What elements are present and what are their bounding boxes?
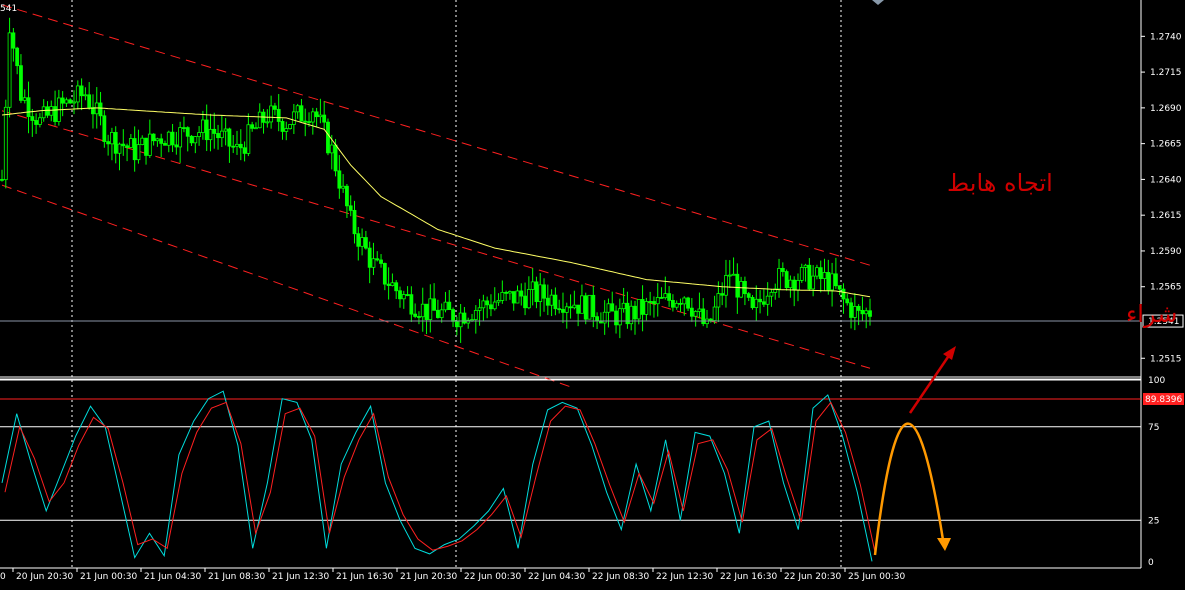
oscillator-tick-label: 75 bbox=[1148, 423, 1159, 433]
time-tick-label: 22 Jun 00:30 bbox=[464, 572, 521, 582]
price-tick-label: 1.2640 bbox=[1150, 175, 1182, 185]
time-tick-label: 21 Jun 08:30 bbox=[208, 572, 265, 582]
price-tick-label: 1.2665 bbox=[1150, 140, 1182, 150]
candle bbox=[3, 99, 8, 189]
time-tick-label: 20 Jun 20:30 bbox=[16, 572, 73, 582]
oscillator-tick-label: 0 bbox=[1148, 558, 1154, 568]
svg-text:89.8396: 89.8396 bbox=[1145, 395, 1182, 405]
time-tick-label: 21 Jun 00:30 bbox=[80, 572, 137, 582]
chart-svg: 1.2740 1.2715 1.2690 1.2665 1.2640 1.2615 1.25… bbox=[0, 0, 1185, 586]
price-tick-label: 1.2515 bbox=[1150, 354, 1182, 364]
time-tick-label: 22 Jun 12:30 bbox=[656, 572, 713, 582]
chart-window: 1.2740 1.2715 1.2690 1.2665 1.2640 1.2615 1.25… bbox=[0, 0, 1185, 586]
candle bbox=[583, 292, 588, 325]
candle bbox=[7, 17, 12, 118]
candle bbox=[326, 118, 330, 156]
candle bbox=[587, 294, 592, 320]
time-tick-label: 21 Jun 16:30 bbox=[336, 572, 393, 582]
price-tick-label: 1.2715 bbox=[1150, 68, 1182, 78]
time-tick-label: 21 Jun 04:30 bbox=[144, 572, 201, 582]
oscillator-value-tag: 89.8396 bbox=[1143, 392, 1184, 405]
time-tick-label: 21 Jun 20:30 bbox=[400, 572, 457, 582]
time-tick-label: 25 Jun 00:30 bbox=[848, 572, 905, 582]
time-tick-label: 22 Jun 04:30 bbox=[528, 572, 585, 582]
time-tick-label: 0 bbox=[0, 572, 6, 582]
oscillator-tick-label: 25 bbox=[1148, 516, 1159, 526]
candle bbox=[750, 295, 755, 310]
annotation-downtrend: اتجاه هابط bbox=[947, 169, 1053, 197]
time-tick-label: 22 Jun 08:30 bbox=[592, 572, 649, 582]
corner-price-label: 541 bbox=[0, 4, 17, 14]
candle bbox=[784, 269, 789, 291]
time-tick-label: 21 Jun 12:30 bbox=[272, 572, 329, 582]
time-tick-label: 22 Jun 16:30 bbox=[720, 572, 777, 582]
time-tick-label: 22 Jun 20:30 bbox=[784, 572, 841, 582]
price-tick-label: 1.2690 bbox=[1150, 104, 1182, 114]
price-tick-label: 1.2565 bbox=[1150, 283, 1182, 293]
price-tick-label: 1.2615 bbox=[1150, 211, 1182, 221]
price-tick-label: 1.2740 bbox=[1150, 32, 1182, 42]
annotation-wait-buy: في انتظار اشاره شراء bbox=[1126, 300, 1185, 328]
price-tick-label: 1.2590 bbox=[1150, 247, 1182, 257]
oscillator-tick-label: 100 bbox=[1148, 376, 1165, 386]
candle bbox=[288, 124, 292, 130]
